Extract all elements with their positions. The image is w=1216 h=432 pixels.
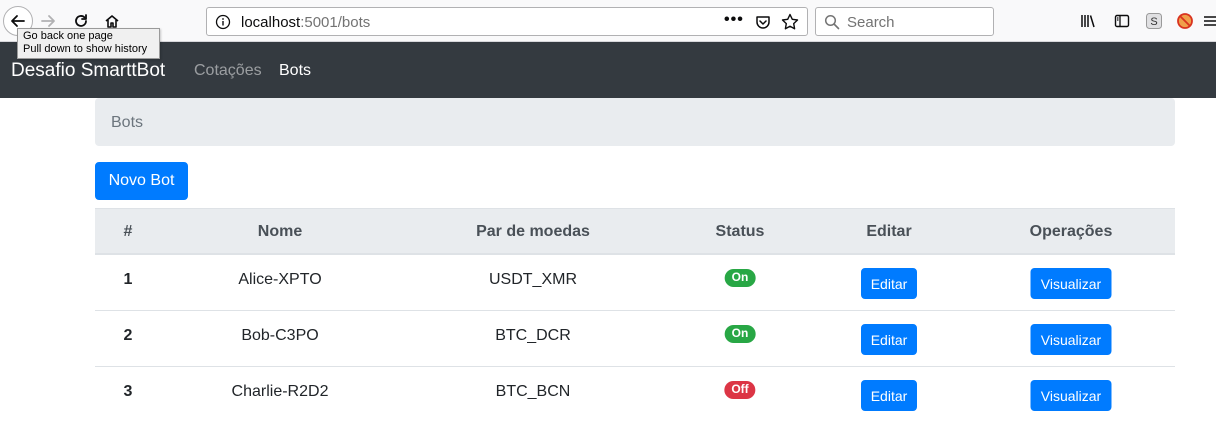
header-operations: Operações bbox=[1029, 223, 1113, 240]
table-header: # Nome Par de moedas Status Editar Opera… bbox=[95, 208, 1175, 255]
svg-text:S: S bbox=[1150, 16, 1157, 28]
header-edit: Editar bbox=[866, 223, 912, 240]
row-pair: BTC_DCR bbox=[495, 327, 571, 344]
nav-link-cotacoes[interactable]: Cotações bbox=[194, 62, 262, 80]
status-badge: On bbox=[724, 269, 756, 287]
back-button-tooltip: Go back one page Pull down to show histo… bbox=[17, 28, 160, 59]
tooltip-line-1: Go back one page bbox=[23, 30, 113, 42]
row-id: 3 bbox=[123, 383, 133, 400]
edit-button[interactable]: Editar bbox=[861, 268, 917, 299]
breadcrumb: Bots bbox=[95, 98, 1175, 146]
row-name: Alice-XPTO bbox=[238, 271, 322, 288]
edit-button[interactable]: Editar bbox=[861, 324, 917, 355]
status-badge: Off bbox=[724, 381, 756, 399]
search-placeholder: Search bbox=[847, 14, 895, 31]
table-row: 1 Alice-XPTO USDT_XMR On Editar Visualiz… bbox=[95, 255, 1175, 311]
row-pair: USDT_XMR bbox=[488, 271, 578, 288]
page-actions-icon[interactable]: ••• bbox=[724, 11, 744, 29]
table-row: 3 Charlie-R2D2 BTC_BCN Off Editar Visual… bbox=[95, 367, 1175, 423]
header-status: Status bbox=[715, 223, 765, 240]
table-row: 2 Bob-C3PO BTC_DCR On Editar Visualizar bbox=[95, 311, 1175, 367]
sidebar-icon[interactable] bbox=[1112, 11, 1132, 31]
navbar-brand[interactable]: Desafio SmarttBot bbox=[11, 60, 165, 82]
url-host: localhost bbox=[241, 14, 301, 31]
search-icon bbox=[824, 14, 840, 30]
row-pair: BTC_BCN bbox=[495, 383, 571, 400]
view-button[interactable]: Visualizar bbox=[1030, 380, 1112, 411]
row-id: 1 bbox=[123, 271, 133, 288]
browser-toolbar: localhost:5001/bots ••• Search S Go back… bbox=[0, 0, 1216, 59]
pocket-icon[interactable] bbox=[754, 13, 772, 31]
header-pair: Par de moedas bbox=[476, 223, 590, 240]
bots-table: # Nome Par de moedas Status Editar Opera… bbox=[95, 208, 1175, 423]
bookmark-star-icon[interactable] bbox=[780, 12, 800, 32]
header-id: # bbox=[123, 223, 133, 240]
info-icon[interactable] bbox=[215, 14, 231, 30]
search-bar[interactable]: Search bbox=[815, 7, 994, 36]
library-icon[interactable] bbox=[1078, 11, 1098, 31]
row-name: Bob-C3PO bbox=[241, 327, 319, 344]
row-name: Charlie-R2D2 bbox=[231, 383, 329, 400]
status-badge: On bbox=[724, 325, 756, 343]
row-id: 2 bbox=[123, 327, 133, 344]
url-text[interactable]: localhost:5001/bots bbox=[241, 14, 370, 31]
app-navbar: Desafio SmarttBot Cotações Bots bbox=[0, 42, 1216, 98]
s-extension-icon[interactable]: S bbox=[1144, 11, 1164, 31]
view-button[interactable]: Visualizar bbox=[1030, 268, 1112, 299]
blocked-extension-icon[interactable] bbox=[1175, 11, 1195, 31]
hamburger-menu-icon[interactable] bbox=[1200, 11, 1216, 31]
new-bot-button[interactable]: Novo Bot bbox=[95, 162, 188, 200]
nav-link-bots[interactable]: Bots bbox=[279, 62, 311, 80]
header-name: Nome bbox=[257, 223, 303, 240]
breadcrumb-current: Bots bbox=[111, 114, 144, 131]
view-button[interactable]: Visualizar bbox=[1030, 324, 1112, 355]
address-bar[interactable]: localhost:5001/bots ••• bbox=[206, 7, 808, 36]
url-path: :5001/bots bbox=[300, 14, 371, 31]
edit-button[interactable]: Editar bbox=[861, 380, 917, 411]
tooltip-line-2: Pull down to show history bbox=[23, 43, 148, 55]
